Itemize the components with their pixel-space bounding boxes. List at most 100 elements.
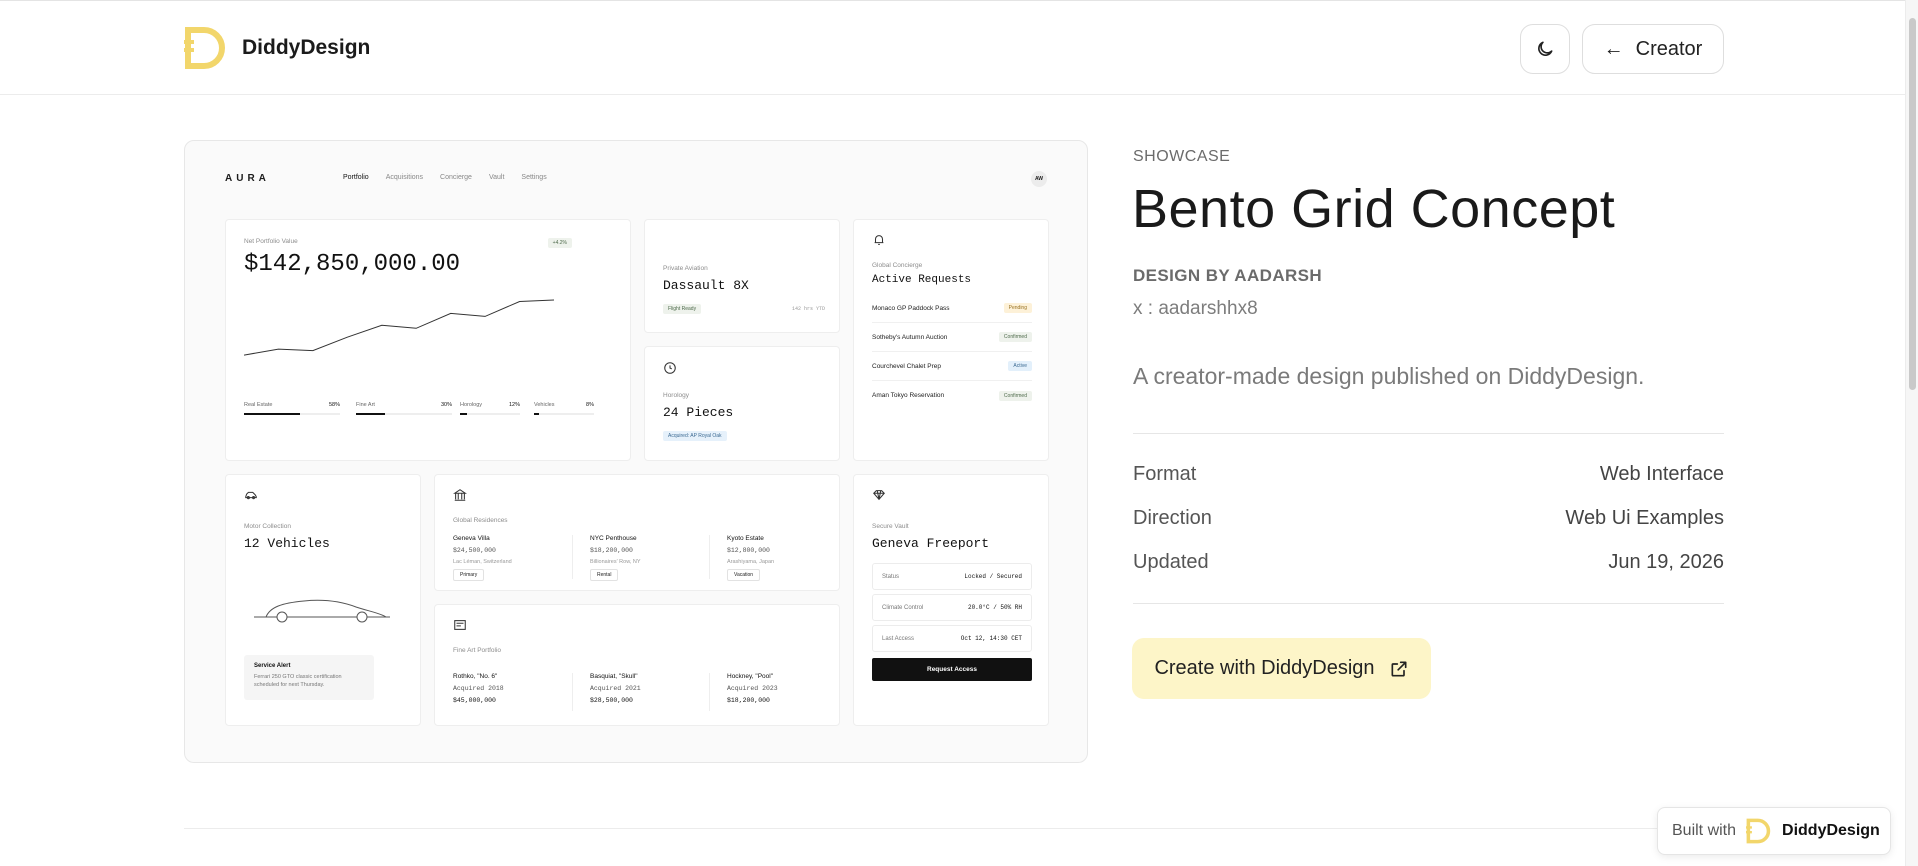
aviation-status-badge: Flight Ready bbox=[663, 304, 702, 314]
diddydesign-logo-icon bbox=[1746, 818, 1771, 844]
net-portfolio-label: Net Portfolio Value bbox=[244, 238, 298, 245]
cta-label: Create with DiddyDesign bbox=[1154, 657, 1375, 679]
vault-row-value: Oct 12, 14:30 CET bbox=[960, 635, 1022, 642]
concierge-card: Global Concierge Active Requests Monaco … bbox=[853, 219, 1049, 461]
vault-row-key: Last Access bbox=[882, 635, 915, 642]
footer-divider bbox=[184, 828, 1724, 829]
request-access-button[interactable]: Request Access bbox=[872, 658, 1032, 681]
request-status-badge: Confirmed bbox=[998, 390, 1032, 401]
horology-card: Horology 24 Pieces Acquired: AP Royal Oa… bbox=[644, 346, 840, 461]
vault-row: Last Access Oct 12, 14:30 CET bbox=[872, 625, 1032, 652]
allocation-pct: 30% bbox=[440, 402, 452, 408]
residence-tag: Rental bbox=[590, 569, 619, 581]
bell-icon bbox=[874, 235, 884, 245]
artwork-price: $18,200,000 bbox=[727, 697, 770, 704]
residence-name: NYC Penthouse bbox=[590, 535, 637, 542]
vault-row-value: Locked / Secured bbox=[964, 573, 1022, 580]
residence-price: $18,200,000 bbox=[590, 547, 633, 554]
artwork-name: Basquiat, "Skull" bbox=[590, 673, 638, 680]
allocation-fine-art: Fine Art 30% bbox=[356, 402, 452, 415]
design-preview[interactable]: AURA Portfolio Acquisitions Concierge Va… bbox=[184, 140, 1088, 763]
preview-nav-item: Portfolio bbox=[343, 174, 369, 181]
concierge-request-row[interactable]: Courchevel Chalet Prep Active bbox=[872, 352, 1032, 381]
watch-icon bbox=[664, 362, 676, 374]
request-name: Sotheby's Autumn Auction bbox=[872, 333, 948, 341]
artwork-item[interactable]: Basquiat, "Skull" Acquired 2021 $28,500,00… bbox=[590, 673, 715, 704]
vault-value: Geneva Freeport bbox=[872, 536, 990, 551]
concierge-request-row[interactable]: Monaco GP Paddock Pass Pending bbox=[872, 294, 1032, 323]
allocation-bar-fill bbox=[534, 413, 539, 415]
fine-art-label: Fine Art Portfolio bbox=[453, 647, 502, 654]
residence-price: $12,800,000 bbox=[727, 547, 770, 554]
request-status-badge: Pending bbox=[1003, 303, 1032, 313]
brand-name: DiddyDesign bbox=[242, 36, 371, 59]
creator-label: Creator bbox=[1635, 37, 1703, 60]
residence-item[interactable]: NYC Penthouse $18,200,000 Billionaires' Ro… bbox=[590, 535, 715, 581]
request-status-badge: Active bbox=[1008, 361, 1032, 371]
artwork-name: Rothko, "No. 6" bbox=[453, 673, 498, 680]
artwork-item[interactable]: Hockney, "Pool" Acquired 2023 $18,200,000 bbox=[727, 673, 852, 704]
motor-card: Motor Collection 12 Vehicles Service Ale… bbox=[225, 474, 421, 726]
meta-key: Direction bbox=[1133, 507, 1212, 529]
residence-price: $24,500,000 bbox=[453, 547, 496, 554]
allocation-pct: 8% bbox=[586, 402, 594, 408]
built-with-prefix: Built with bbox=[1672, 822, 1737, 839]
residence-location: Billionaires' Row, NY bbox=[590, 559, 641, 565]
create-with-diddydesign-button[interactable]: Create with DiddyDesign bbox=[1132, 638, 1431, 699]
allocation-vehicles: Vehicles 8% bbox=[534, 402, 594, 415]
allocation-pct: 58% bbox=[328, 402, 340, 408]
residences-label: Global Residences bbox=[453, 517, 508, 524]
artwork-acquired: Acquired 2018 bbox=[453, 685, 504, 692]
artwork-price: $28,500,000 bbox=[590, 697, 633, 704]
aviation-card: Private Aviation Dassault 8X Flight Read… bbox=[644, 219, 840, 333]
concierge-request-row[interactable]: Aman Tokyo Reservation Confirmed bbox=[872, 381, 1032, 410]
horology-value: 24 Pieces bbox=[663, 405, 734, 420]
concierge-request-row[interactable]: Sotheby's Autumn Auction Confirmed bbox=[872, 323, 1032, 352]
scrollbar[interactable] bbox=[1905, 0, 1918, 866]
artwork-price: $45,000,000 bbox=[453, 697, 496, 704]
residence-item[interactable]: Geneva Villa $24,500,000 Lac Léman, Switze… bbox=[453, 535, 578, 581]
horology-acquired-badge: Acquired: AP Royal Oak bbox=[663, 431, 727, 441]
allocation-label: Vehicles bbox=[534, 402, 555, 408]
design-description: A creator-made design published on Diddy… bbox=[1133, 363, 1645, 389]
theme-toggle-button[interactable] bbox=[1520, 24, 1570, 74]
allocation-label: Fine Art bbox=[356, 402, 375, 408]
request-status-badge: Confirmed bbox=[998, 332, 1032, 342]
vault-label: Secure Vault bbox=[872, 523, 909, 530]
author-credit: DESIGN BY AADARSH bbox=[1133, 266, 1323, 285]
request-name: Monaco GP Paddock Pass bbox=[872, 304, 950, 312]
horology-label: Horology bbox=[663, 392, 690, 399]
allocation-label: Horology bbox=[460, 402, 483, 408]
car-icon bbox=[245, 491, 257, 500]
artwork-acquired: Acquired 2021 bbox=[590, 685, 641, 692]
built-with-badge[interactable]: Built with DiddyDesign bbox=[1657, 807, 1891, 855]
residence-name: Kyoto Estate bbox=[727, 535, 764, 542]
scrollbar-thumb[interactable] bbox=[1909, 18, 1916, 390]
artwork-name: Hockney, "Pool" bbox=[727, 673, 774, 680]
preview-nav-item: Concierge bbox=[440, 174, 472, 181]
meta-value: Web Interface bbox=[1599, 463, 1724, 485]
built-with-brand: DiddyDesign bbox=[1782, 822, 1880, 839]
residence-tag: Vacation bbox=[727, 569, 761, 581]
fine-art-card: Fine Art Portfolio Rothko, "No. 6" Acquir… bbox=[434, 604, 840, 726]
allocation-bar-fill bbox=[460, 413, 468, 415]
meta-row-direction: Direction Web Ui Examples bbox=[1133, 507, 1724, 530]
meta-row-updated: Updated Jun 19, 2026 bbox=[1133, 551, 1724, 574]
moon-icon bbox=[1538, 41, 1553, 56]
site-header: DiddyDesign ← Creator bbox=[0, 1, 1905, 95]
author-handle-link[interactable]: x : aadarshhx8 bbox=[1133, 298, 1258, 320]
divider bbox=[1133, 433, 1724, 434]
external-link-icon bbox=[1391, 661, 1407, 676]
creator-back-button[interactable]: ← Creator bbox=[1582, 24, 1724, 74]
service-alert-title: Service Alert bbox=[254, 663, 291, 669]
vault-row-key: Climate Control bbox=[882, 604, 924, 611]
motor-value: 12 Vehicles bbox=[244, 536, 330, 551]
vault-card: Secure Vault Geneva Freeport Status Locke… bbox=[853, 474, 1049, 726]
allocation-bar-fill bbox=[356, 413, 385, 415]
residence-item[interactable]: Kyoto Estate $12,800,000 Arashiyama, Japan… bbox=[727, 535, 852, 581]
artwork-item[interactable]: Rothko, "No. 6" Acquired 2018 $45,000,000 bbox=[453, 673, 578, 704]
allocation-label: Real Estate bbox=[244, 402, 273, 408]
brand-link[interactable]: DiddyDesign bbox=[184, 26, 370, 70]
diddydesign-logo-icon bbox=[184, 27, 225, 69]
residences-card: Global Residences Geneva Villa $24,500,00… bbox=[434, 474, 840, 591]
